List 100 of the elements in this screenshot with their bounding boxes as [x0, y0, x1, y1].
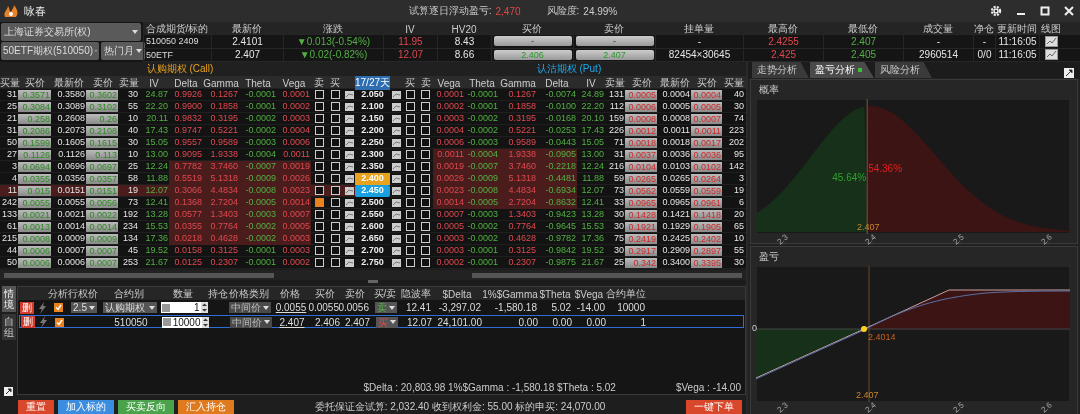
price-button[interactable]: 0.2108 [86, 125, 118, 136]
sell-checkbox[interactable] [314, 186, 324, 196]
buy-checkbox[interactable] [405, 198, 415, 208]
buy-checkbox[interactable] [405, 90, 415, 100]
chart-icon[interactable] [344, 198, 354, 207]
sell-checkbox[interactable] [314, 198, 324, 208]
price-button[interactable]: 0.0036 [691, 149, 722, 160]
buy-checkbox[interactable] [330, 234, 340, 244]
maximize-icon[interactable] [1040, 6, 1050, 16]
price-button[interactable]: 0.0961 [691, 197, 722, 208]
price-button[interactable]: 0.2897 [691, 245, 722, 256]
sell-checkbox[interactable] [421, 114, 430, 124]
price-button[interactable]: 0.3395 [691, 257, 722, 268]
quantity-field[interactable]: 10000 [161, 316, 209, 328]
buy-checkbox[interactable] [405, 114, 415, 124]
sell-checkbox[interactable] [421, 90, 430, 100]
chart-icon[interactable] [344, 114, 354, 123]
sell-checkbox[interactable] [314, 234, 324, 244]
analyze-checkbox[interactable] [54, 317, 64, 327]
side-tab[interactable]: 自组 [1, 314, 16, 340]
spinner-icon[interactable] [201, 316, 209, 328]
sell-checkbox[interactable] [314, 114, 324, 124]
price-button[interactable]: 0.0104 [625, 161, 657, 172]
price-button[interactable]: 0.1418 [691, 209, 722, 220]
side-dropdown[interactable]: 卖 [375, 302, 397, 313]
month-dropdown[interactable]: 热门月 [101, 42, 145, 60]
chart-icon[interactable] [344, 90, 354, 99]
price-link[interactable]: 2.407 [279, 316, 305, 328]
popout-icon[interactable] [1064, 68, 1074, 78]
strike-cell[interactable]: 2.150 [355, 113, 390, 125]
chart-icon[interactable] [391, 246, 401, 255]
buy-checkbox[interactable] [405, 150, 415, 160]
price-type-dropdown[interactable]: 中间价 [229, 302, 271, 313]
chart-icon[interactable] [344, 210, 354, 219]
price-button[interactable]: 0.342 [625, 257, 657, 268]
sell-checkbox[interactable] [314, 102, 324, 112]
buy-checkbox[interactable] [405, 246, 415, 256]
buy-checkbox[interactable] [330, 150, 340, 160]
strike-cell[interactable]: 2.250 [355, 137, 390, 149]
order-row[interactable]: 删 2.5 认购期权 1 中间价 0.0055 0.00550.0056 卖 12.41 -3,297.02 -1,580.18 5.02 -14.00 10000 [19, 301, 744, 314]
price-button[interactable]: 0.0004 [691, 89, 722, 100]
contract-dropdown[interactable]: 认购期权 [103, 302, 157, 313]
strike-cell[interactable]: 2.350 [355, 161, 390, 173]
buy-checkbox[interactable] [405, 126, 415, 136]
side-tab[interactable]: 情境 [1, 286, 16, 312]
chart-icon[interactable] [344, 258, 354, 267]
price-button[interactable]: 0.0007 [86, 245, 118, 256]
price-button[interactable]: 0.3571 [18, 89, 51, 100]
price-button[interactable]: 0.0005 [691, 101, 722, 112]
buy-checkbox[interactable] [330, 102, 340, 112]
strike-cell[interactable]: 2.300 [355, 149, 390, 161]
price-button[interactable]: 0.0055 [18, 197, 51, 208]
price-button[interactable]: 0.0014 [86, 221, 118, 232]
splitter-handle[interactable] [368, 280, 378, 284]
price-button[interactable]: 0.0006 [625, 101, 657, 112]
sell-checkbox[interactable] [314, 138, 324, 148]
sell-checkbox[interactable] [421, 102, 430, 112]
buy-checkbox[interactable] [405, 222, 415, 232]
price-button[interactable]: 0.0021 [18, 209, 51, 220]
sell-checkbox[interactable] [421, 150, 430, 160]
price-button[interactable]: 0.2086 [18, 125, 51, 136]
chart-icon[interactable] [391, 126, 401, 135]
price-type-dropdown[interactable]: 中间价 [230, 316, 272, 328]
price-button[interactable]: 2.406 [493, 49, 572, 60]
chart-icon[interactable] [344, 138, 354, 147]
buy-checkbox[interactable] [330, 126, 340, 136]
sell-checkbox[interactable] [421, 126, 430, 136]
sell-checkbox[interactable] [421, 186, 430, 196]
price-button[interactable]: 0.0011 [691, 125, 722, 136]
strike-cell[interactable]: 2.600 [355, 221, 390, 233]
buy-checkbox[interactable] [330, 198, 340, 208]
price-button[interactable]: 0.1428 [625, 209, 657, 220]
order-row[interactable]: 删 510050 10000 中间价 2.407 2.406 2.407 买 12.07 24,101.00 0.00 0.00 0.00 1 [19, 315, 744, 328]
close-icon[interactable] [1064, 6, 1074, 16]
chart-icon[interactable] [344, 150, 354, 159]
chart-icon[interactable] [344, 102, 354, 111]
buy-checkbox[interactable] [405, 234, 415, 244]
sell-checkbox[interactable] [314, 174, 324, 184]
price-button[interactable]: 0.0018 [625, 137, 657, 148]
price-button[interactable]: 0.2402 [691, 233, 722, 244]
sell-checkbox[interactable] [314, 258, 324, 268]
price-button[interactable]: 0.0013 [18, 221, 51, 232]
sell-checkbox[interactable] [421, 246, 430, 256]
buy-checkbox[interactable] [330, 138, 340, 148]
sell-checkbox[interactable] [421, 138, 430, 148]
price-button[interactable]: 0.0006 [18, 257, 51, 268]
price-button[interactable]: 0.0357 [86, 173, 118, 184]
buy-checkbox[interactable] [405, 186, 415, 196]
price-button[interactable]: 0.0017 [691, 137, 722, 148]
buy-checkbox[interactable] [405, 102, 415, 112]
sell-checkbox[interactable] [314, 162, 324, 172]
lightning-icon[interactable] [38, 316, 48, 328]
strike-cell[interactable]: 2.550 [355, 209, 390, 221]
price-button[interactable]: 0.1599 [18, 137, 51, 148]
buy-checkbox[interactable] [405, 174, 415, 184]
price-button[interactable]: 0.0022 [86, 209, 118, 220]
price-button[interactable]: 0.0008 [625, 113, 657, 124]
price-button[interactable]: 0.0007 [691, 113, 722, 124]
price-button[interactable]: 0.26 [86, 113, 118, 124]
price-button[interactable]: 0.1615 [86, 137, 118, 148]
